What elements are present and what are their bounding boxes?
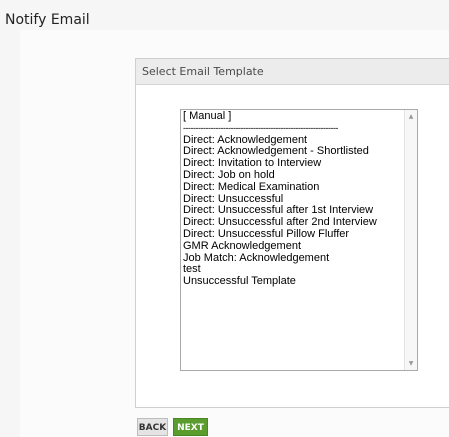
listbox-scrollbar[interactable]: ▲ ▼ [404, 110, 417, 370]
template-option[interactable]: Job Match: Acknowledgement [183, 252, 404, 265]
email-template-listbox[interactable]: [ Manual ] -----------------------------… [180, 109, 418, 371]
page-title: Notify Email [5, 12, 90, 28]
template-option[interactable]: [ Manual ] [183, 110, 404, 123]
next-button[interactable]: NEXT [173, 418, 208, 436]
scroll-down-icon[interactable]: ▼ [405, 357, 417, 370]
separator-option: ----------------------------------------… [183, 122, 338, 133]
template-option[interactable]: Direct: Unsuccessful Pillow Fluffer [183, 228, 404, 241]
notify-email-page: Notify Email Select Email Template [ Man… [0, 0, 449, 437]
scroll-up-icon[interactable]: ▲ [405, 110, 417, 123]
template-option[interactable]: Direct: Job on hold [183, 169, 404, 182]
template-list: [ Manual ] -----------------------------… [181, 110, 404, 370]
template-option[interactable]: Direct: Medical Examination [183, 181, 404, 194]
email-template-panel: Select Email Template [ Manual ] -------… [135, 58, 449, 408]
panel-header: Select Email Template [136, 59, 449, 85]
template-option[interactable]: Unsuccessful Template [183, 275, 404, 288]
back-button[interactable]: BACK [137, 418, 168, 436]
template-option[interactable]: GMR Acknowledgement [183, 240, 404, 253]
